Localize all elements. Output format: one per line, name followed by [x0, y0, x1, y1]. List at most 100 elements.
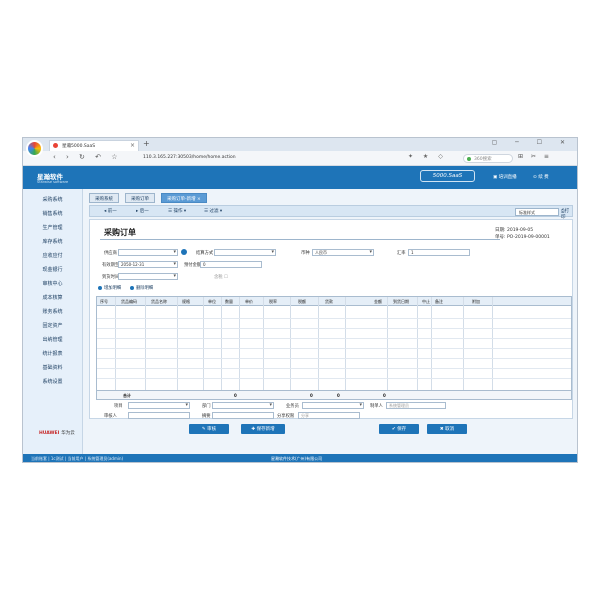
window-controls[interactable]: ▢ ─ ☐ ✕ [492, 139, 573, 146]
sidebar-item-sales[interactable]: 销售系统 [23, 207, 82, 221]
prepay-input[interactable]: 0 [200, 261, 262, 268]
sidebar-item-accounting[interactable]: 账务系统 [23, 305, 82, 319]
add-detail-button[interactable]: 增加明细 [98, 285, 121, 291]
supplier-label: 供应商 [104, 251, 117, 256]
sidebar-item-cashier[interactable]: 出纳管理 [23, 333, 82, 347]
next-button[interactable]: ▸ 后一 [136, 208, 149, 214]
address-actions-icons[interactable]: ✦ ★ ◇ [408, 153, 447, 160]
browser-window: 星瀚5000.SaaS × + ▢ ─ ☐ ✕ ‹ › ↻ ↶ ☆ 110.3.… [22, 137, 578, 463]
arrival-input[interactable] [118, 273, 178, 280]
order-date: 日期: 2019-09-05 [495, 228, 534, 233]
save-button[interactable]: ✔ 保存 [379, 424, 419, 434]
currency-label: 币种 [301, 251, 310, 256]
sidebar-item-cash-bank[interactable]: 现金银行 [23, 263, 82, 277]
action-bar: ✎ 审核 ✚ 保存新增 ✔ 保存 ✖ 取消 [89, 421, 573, 439]
sidebar-item-costing[interactable]: 成本核算 [23, 291, 82, 305]
operate-button[interactable]: ☰ 操作 ▾ [168, 208, 186, 214]
tab-purchase-system[interactable]: 采购系统 [89, 193, 119, 203]
brand-subtitle: Starwise software [37, 180, 69, 184]
toolbar: ◂ 前一 ▸ 后一 ☰ 操作 ▾ ☰ 过滤 ▾ 标准样式 ⎙打印 [89, 205, 573, 220]
audit-button[interactable]: ✎ 审核 [189, 424, 229, 434]
project-select[interactable] [128, 402, 190, 409]
search-input[interactable]: 360搜索 [463, 154, 513, 163]
table-header: 序号 货品编码 货品名称 规格 单位 数量 单价 税率 税额 货款 金额 到货日… [97, 297, 571, 306]
table-total-row: 合计 0 0 0 0 [97, 390, 571, 399]
browser-tab-bar: 星瀚5000.SaaS × + ▢ ─ ☐ ✕ [23, 138, 577, 157]
browser-tab[interactable]: 星瀚5000.SaaS × [49, 140, 139, 151]
arrival-label: 到货时间 [102, 275, 120, 280]
tab-purchase-orders[interactable]: 采购订单 [125, 193, 155, 203]
footer-company: 星瀚软件技术(广州)有限公司 [271, 456, 323, 461]
settle-select[interactable] [214, 249, 276, 256]
url-field[interactable]: 110.3.165.227:30503/home/home.action [143, 154, 403, 163]
col-amount: 金额 [374, 299, 382, 304]
approver-label: 审核人 [104, 414, 117, 419]
col-extra: 附加 [472, 299, 480, 304]
col-price: 单价 [245, 299, 253, 304]
col-stop: 中止 [422, 299, 430, 304]
browser-tools-icons[interactable]: ⊞ ✂ ≡ [518, 153, 552, 160]
currency-select[interactable]: 人民币 [312, 249, 374, 256]
tab-purchase-order-new[interactable]: 采购订单-新增 × [161, 193, 207, 203]
filter-button[interactable]: ☰ 过滤 ▾ [204, 208, 222, 214]
sidebar-item-production[interactable]: 生产管理 [23, 221, 82, 235]
sidebar-item-purchase[interactable]: 采购系统 [23, 193, 82, 207]
delete-detail-button[interactable]: 删除明细 [130, 285, 153, 291]
clerk-label: 业务员 [286, 404, 299, 409]
product-badge: 5000.SaaS [420, 170, 475, 182]
live-training-button[interactable]: ▣ 培训直播 [493, 174, 517, 180]
col-code: 货品编码 [121, 299, 137, 304]
sharer-input[interactable]: 分享 [298, 412, 360, 419]
purchase-order-form: 采购订单 日期: 2019-09-05 单号: PO-2019-09-00001… [89, 219, 573, 419]
navigation-icons[interactable]: ‹ › ↻ ↶ ☆ [53, 153, 122, 161]
maker-input[interactable]: 系统管理员 [386, 402, 446, 409]
renew-button[interactable]: ⊙ 续 费 [533, 174, 549, 180]
col-arrival-date: 到货日期 [393, 299, 409, 304]
total-qty: 0 [234, 393, 237, 398]
summary-label: 摘要 [202, 414, 211, 419]
style-select[interactable]: 标准样式 [515, 208, 559, 216]
clerk-select[interactable] [302, 402, 364, 409]
table-row[interactable] [97, 378, 571, 379]
sidebar-item-inventory[interactable]: 库存系统 [23, 235, 82, 249]
save-new-button[interactable]: ✚ 保存新增 [241, 424, 285, 434]
prepay-label: 预付金额 [184, 263, 202, 268]
table-row[interactable] [97, 328, 571, 329]
browser-tab-title: 星瀚5000.SaaS [62, 144, 96, 149]
total-goods-amount: 0 [337, 393, 340, 398]
sidebar-item-base-data[interactable]: 基础资料 [23, 361, 82, 375]
table-row[interactable] [97, 358, 571, 359]
table-row[interactable] [97, 338, 571, 339]
table-row[interactable] [97, 318, 571, 319]
huawei-cloud-logo: HUAWEI 华为云 [39, 431, 75, 436]
close-tab-icon[interactable]: × [130, 142, 135, 149]
title-divider [100, 239, 500, 240]
table-row[interactable] [97, 348, 571, 349]
total-tax: 0 [310, 393, 313, 398]
sidebar-item-settings[interactable]: 系统设置 [23, 375, 82, 389]
sidebar-item-reports[interactable]: 统计报表 [23, 347, 82, 361]
project-label: 项目 [114, 404, 123, 409]
valid-until-label: 有效期至 [102, 263, 120, 268]
cancel-button[interactable]: ✖ 取消 [427, 424, 467, 434]
sidebar-item-fixed-assets[interactable]: 固定资产 [23, 319, 82, 333]
browser-logo-icon [26, 140, 43, 157]
valid-until-input[interactable]: 2050-12-31 [118, 261, 178, 268]
status-footer: 当前账套 | 1c测试 | 当前用户 | 系统管理员(admin) 星瀚软件技术… [23, 454, 577, 462]
main-content: 采购系统 采购订单 采购订单-新增 × ◂ 前一 ▸ 后一 ☰ 操作 ▾ ☰ 过… [83, 189, 577, 454]
table-row[interactable] [97, 368, 571, 369]
supplier-select[interactable] [118, 249, 178, 256]
col-index: 序号 [100, 299, 108, 304]
rate-input[interactable]: 1 [408, 249, 470, 256]
approver-input[interactable] [128, 412, 190, 419]
col-tax-rate: 税率 [269, 299, 277, 304]
dept-select[interactable] [212, 402, 274, 409]
maker-label: 制单人 [370, 404, 383, 409]
summary-input[interactable] [212, 412, 274, 419]
prev-button[interactable]: ◂ 前一 [104, 208, 117, 214]
page-title: 采购订单 [104, 228, 136, 237]
sidebar-item-receivables[interactable]: 应收应付 [23, 249, 82, 263]
add-supplier-icon[interactable] [181, 249, 187, 255]
new-tab-button[interactable]: + [143, 139, 150, 148]
sidebar-item-audit[interactable]: 审核中心 [23, 277, 82, 291]
